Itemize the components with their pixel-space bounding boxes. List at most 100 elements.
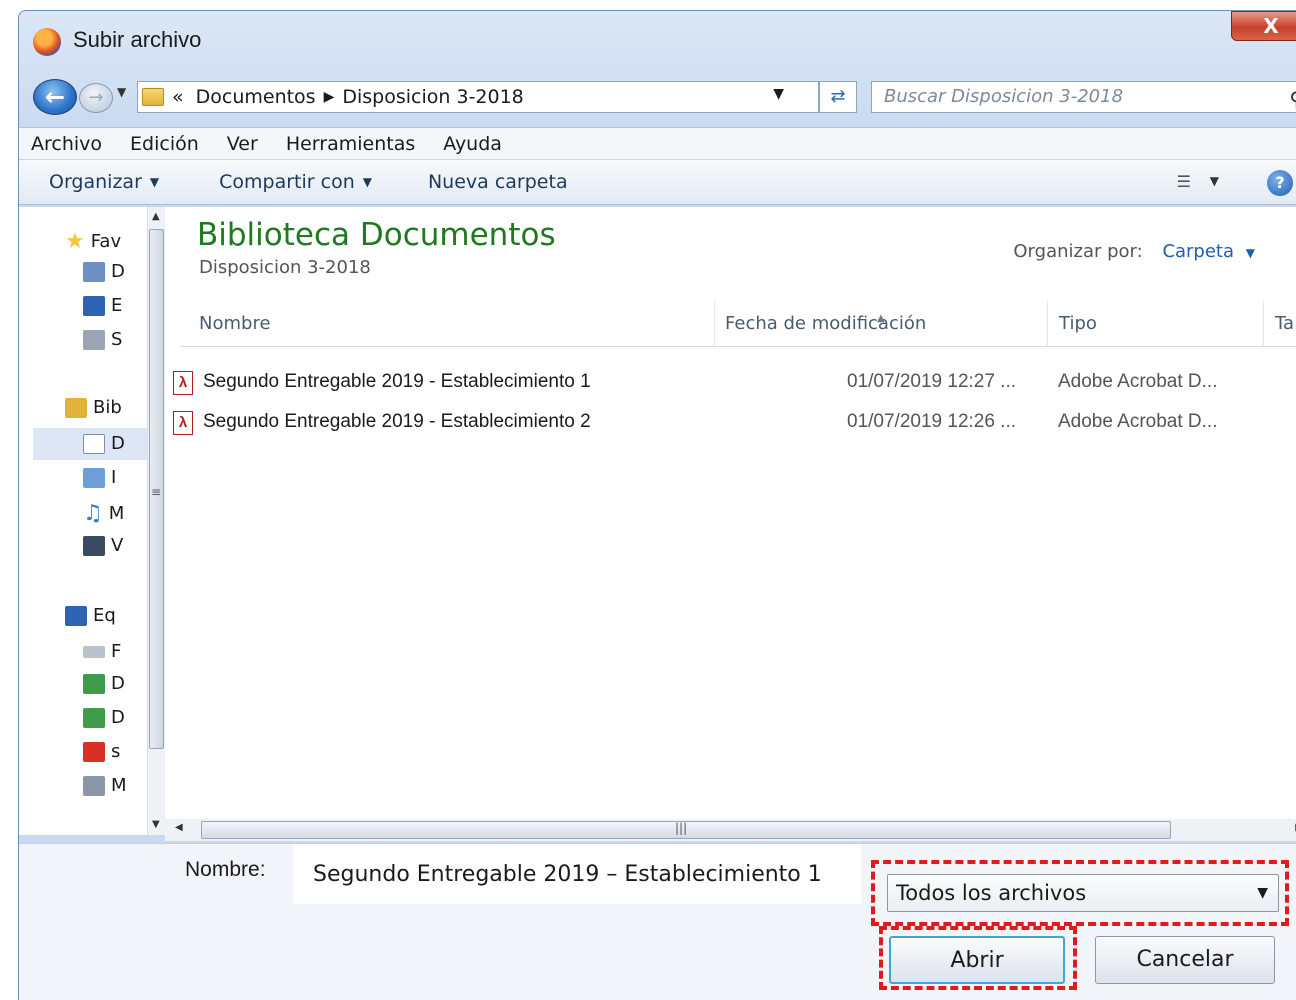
folder-icon — [142, 88, 164, 106]
network-drive-icon — [83, 673, 105, 694]
desktop-icon — [83, 295, 105, 316]
nav-label: E — [111, 295, 123, 316]
nav-label: S — [111, 329, 123, 350]
column-type[interactable]: Tipo — [1059, 313, 1097, 334]
computer-icon — [65, 605, 87, 626]
library-title: Biblioteca Documentos — [197, 217, 556, 253]
filename-input[interactable] — [293, 844, 861, 904]
file-type-select[interactable]: Todos los archivos ▼ — [887, 874, 1279, 912]
back-button[interactable]: ← — [33, 79, 77, 115]
horizontal-scrollbar[interactable]: ◀ ||| ▶ — [165, 819, 1296, 841]
chevron-down-icon[interactable]: ▼ — [773, 86, 784, 102]
file-list-pane: Biblioteca Documentos Disposicion 3-2018… — [165, 207, 1296, 835]
file-date: 01/07/2019 12:27 ... — [847, 371, 1017, 392]
arrange-dropdown[interactable]: Carpeta — [1162, 241, 1234, 262]
grip-icon: ||| — [675, 821, 688, 835]
scroll-down-icon[interactable]: ▼ — [152, 819, 160, 830]
column-divider[interactable] — [714, 301, 715, 347]
file-row[interactable]: λ Segundo Entregable 2019 - Establecimie… — [173, 405, 1296, 441]
nav-label: M — [111, 775, 127, 796]
open-button[interactable]: Abrir — [889, 936, 1065, 984]
breadcrumb-disposicion[interactable]: Disposicion 3-2018 — [342, 86, 523, 108]
nav-item-documentos[interactable]: D — [83, 433, 125, 454]
nav-label: I — [111, 467, 117, 488]
dialog-title: Subir archivo — [73, 27, 202, 52]
menu-archivo[interactable]: Archivo — [31, 133, 102, 155]
libraries-icon — [65, 397, 87, 418]
new-folder-button[interactable]: Nueva carpeta — [428, 171, 568, 193]
nav-label: s — [111, 741, 121, 762]
nav-item-favoritos[interactable]: ★ Fav — [65, 229, 121, 254]
share-button[interactable]: Compartir con ▼ — [219, 171, 372, 193]
nav-label: F — [111, 641, 122, 662]
column-header-row: Nombre Fecha de modificación ▲ Tipo Ta — [181, 301, 1296, 347]
column-size[interactable]: Ta — [1275, 313, 1294, 334]
organize-label: Organizar — [49, 171, 142, 193]
nav-item-network-2[interactable]: D — [83, 707, 125, 728]
nav-item-network-1[interactable]: D — [83, 673, 125, 694]
recent-pages-dropdown-icon[interactable]: ▼ — [117, 85, 126, 99]
command-bar: Organizar ▼ Compartir con ▼ Nueva carpet… — [19, 159, 1296, 205]
file-row[interactable]: λ Segundo Entregable 2019 - Establecimie… — [173, 365, 1296, 401]
nav-item-recent[interactable]: S — [83, 329, 122, 350]
column-date[interactable]: Fecha de modificación — [725, 313, 926, 334]
menu-ayuda[interactable]: Ayuda — [443, 133, 502, 155]
nav-item-videos[interactable]: V — [83, 535, 123, 556]
nav-label: V — [111, 535, 124, 556]
column-divider[interactable] — [1047, 301, 1048, 347]
chevron-down-icon: ▼ — [362, 175, 372, 189]
search-icon[interactable]: ⚲ — [1289, 84, 1296, 114]
open-button-highlight: Abrir — [879, 926, 1077, 990]
disconnected-drive-icon — [83, 741, 105, 762]
nav-item-drive-f[interactable]: F — [83, 641, 121, 662]
nav-item-musica[interactable]: ♫ M — [83, 501, 124, 526]
cancel-button[interactable]: Cancelar — [1095, 936, 1275, 984]
menu-ver[interactable]: Ver — [227, 133, 258, 155]
videos-icon — [83, 535, 105, 556]
help-icon[interactable]: ? — [1267, 170, 1293, 196]
view-options-icon[interactable]: ☰ — [1177, 172, 1191, 191]
nav-item-bibliotecas[interactable]: Bib — [65, 397, 122, 418]
address-row: ← → ▼ « Documentos ▶ Disposicion 3-2018 … — [19, 77, 1296, 117]
organize-button[interactable]: Organizar ▼ — [49, 171, 159, 193]
address-bar[interactable]: « Documentos ▶ Disposicion 3-2018 ▼ — [137, 81, 819, 113]
nav-item-device[interactable]: M — [83, 775, 127, 796]
chevron-down-icon[interactable]: ▼ — [1246, 246, 1255, 260]
forward-button[interactable]: → — [79, 83, 113, 113]
search-input[interactable]: Buscar Disposicion 3-2018 ⚲ — [871, 81, 1296, 113]
nav-item-desktop[interactable]: E — [83, 295, 122, 316]
scroll-left-icon[interactable]: ◀ — [175, 822, 183, 833]
column-name[interactable]: Nombre — [199, 313, 271, 334]
file-type: Adobe Acrobat D... — [1058, 371, 1218, 392]
breadcrumb-documentos[interactable]: Documentos — [196, 86, 316, 108]
scroll-up-icon[interactable]: ▲ — [152, 211, 160, 222]
nav-item-downloads[interactable]: D — [83, 261, 125, 282]
downloads-icon — [83, 261, 105, 282]
menu-bar: Archivo Edición Ver Herramientas Ayuda — [19, 127, 1296, 159]
chevron-down-icon[interactable]: ▼ — [1257, 875, 1268, 911]
file-dialog: Subir archivo X ← → ▼ « Documentos ▶ Dis… — [18, 10, 1296, 1000]
menu-edicion[interactable]: Edición — [130, 133, 199, 155]
nav-item-disconnected[interactable]: s — [83, 741, 120, 762]
dialog-footer: Nombre: Todos los archivos ▼ Abrir Cance… — [19, 843, 1296, 1000]
nav-label: D — [111, 433, 125, 454]
nav-label: M — [108, 503, 125, 524]
refresh-icon[interactable]: ⇄ — [819, 81, 857, 113]
arrange-label: Organizar por: — [1013, 241, 1143, 262]
close-button[interactable]: X — [1231, 11, 1296, 41]
chevron-right-icon[interactable]: ▶ — [324, 89, 335, 105]
breadcrumb-overflow[interactable]: « — [172, 86, 184, 108]
device-icon — [83, 775, 105, 796]
file-type-value: Todos los archivos — [896, 881, 1087, 905]
pictures-icon — [83, 467, 105, 488]
search-placeholder: Buscar Disposicion 3-2018 — [884, 86, 1124, 107]
chevron-down-icon[interactable]: ▼ — [1210, 174, 1219, 188]
nav-item-imagenes[interactable]: I — [83, 467, 116, 488]
nav-scrollbar[interactable]: ▲ ≡ ▼ — [147, 207, 165, 835]
nav-label: D — [111, 707, 125, 728]
column-divider[interactable] — [1263, 301, 1264, 347]
nav-item-equipo[interactable]: Eq — [65, 605, 116, 626]
nav-label: Bib — [93, 397, 122, 418]
menu-herramientas[interactable]: Herramientas — [286, 133, 415, 155]
pdf-icon: λ — [173, 411, 193, 435]
